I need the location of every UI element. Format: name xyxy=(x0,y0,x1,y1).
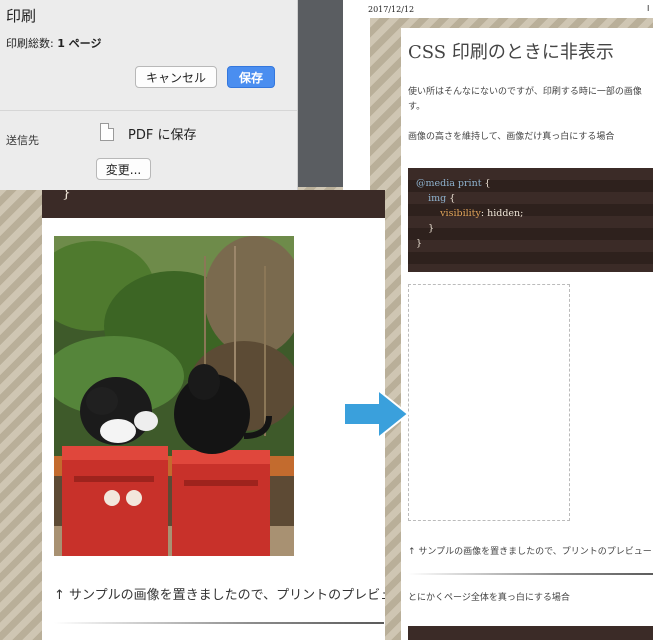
page-edge-mark: I xyxy=(647,4,650,13)
article-paragraph: とにかくページ全体を真っ白にする場合 xyxy=(408,593,570,603)
code-token: img xyxy=(428,193,447,204)
article-paragraph: 使い所はそんなにないのですが、印刷する時に一部の画像 xyxy=(408,87,642,97)
cancel-button[interactable]: キャンセル xyxy=(135,66,217,88)
article-paragraph: す。 xyxy=(408,102,426,112)
article-card: } ↑ サンプルの画像を置きましたので、プリントのプレビュー xyxy=(42,190,385,640)
code-block: @media print { img { visibility: hidden;… xyxy=(408,168,653,272)
change-destination-button[interactable]: 変更... xyxy=(96,158,151,180)
destination-value: PDF に保存 xyxy=(128,128,197,143)
page-date: 2017/12/12 xyxy=(368,5,415,14)
print-preview-page: 2017/12/12 I CSS 印刷のときに非表示 使い所はそんなにないのです… xyxy=(343,0,653,640)
code-token: } xyxy=(416,238,423,249)
page-count-value: 1 ページ xyxy=(57,37,102,50)
code-token: { xyxy=(446,193,456,204)
page-count: 印刷総数: 1 ページ xyxy=(6,35,101,51)
right-arrow-icon xyxy=(343,388,410,440)
print-dialog: 印刷 印刷総数: 1 ページ キャンセル 保存 送信先 PDF に保存 変更..… xyxy=(0,0,298,190)
dialog-title: 印刷 xyxy=(6,7,37,25)
article-card: CSS 印刷のときに非表示 使い所はそんなにないのですが、印刷する時に一部の画像… xyxy=(401,28,653,640)
document-icon xyxy=(100,123,114,141)
code-token: } xyxy=(62,190,71,201)
article-paragraph: 画像の高さを維持して、画像だけ真っ白にする場合 xyxy=(408,132,615,142)
code-token: @media print xyxy=(416,178,482,189)
window-gap xyxy=(298,0,343,200)
divider xyxy=(0,110,297,111)
code-token: { xyxy=(481,178,491,189)
destination-label: 送信先 xyxy=(6,134,39,147)
code-token: : hidden; xyxy=(480,208,524,219)
article-title: CSS 印刷のときに非表示 xyxy=(408,42,614,63)
image-caption: ↑ サンプルの画像を置きましたので、プリントのプレビュー xyxy=(408,547,652,557)
page-count-label: 印刷総数: xyxy=(6,37,58,50)
save-button[interactable]: 保存 xyxy=(227,66,275,88)
image-caption: ↑ サンプルの画像を置きましたので、プリントのプレビュー xyxy=(54,588,385,603)
code-block: } xyxy=(42,190,385,218)
code-token: visibility xyxy=(440,208,481,219)
code-token: } xyxy=(428,223,435,234)
code-block xyxy=(408,626,653,640)
divider xyxy=(408,573,653,575)
divider xyxy=(54,622,384,624)
hidden-image-placeholder xyxy=(408,284,570,521)
cat-photo xyxy=(54,236,294,556)
